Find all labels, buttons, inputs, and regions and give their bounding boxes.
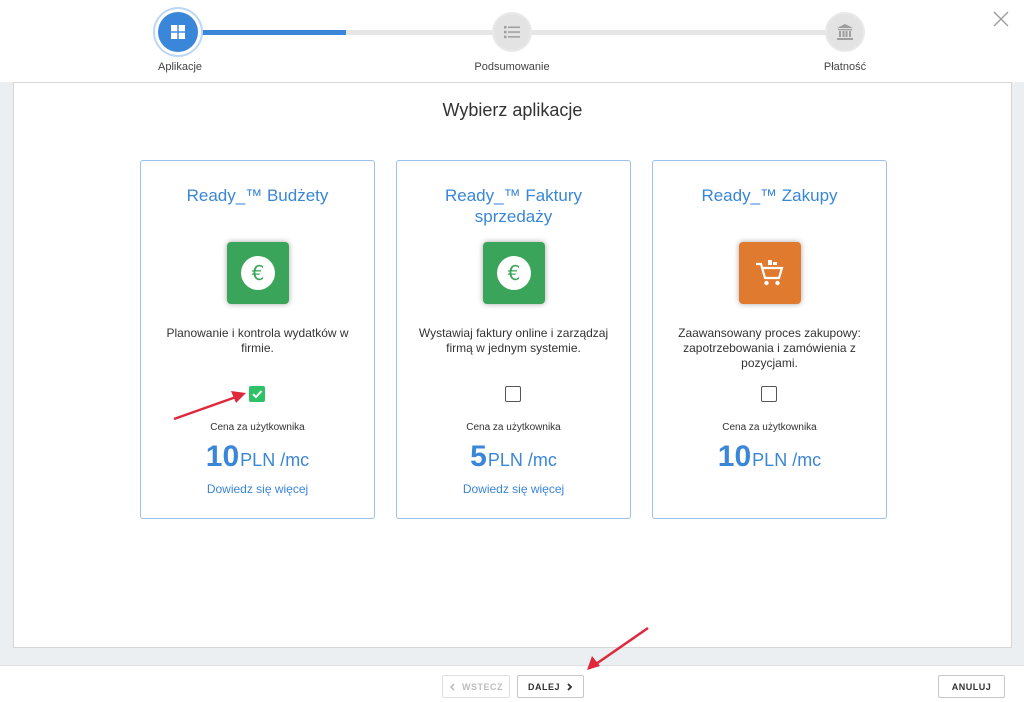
learn-more-link[interactable]: Dowiedz się więcej — [141, 482, 374, 496]
select-checkbox[interactable] — [761, 386, 777, 402]
back-button[interactable]: WSTECZ — [442, 675, 510, 698]
price: 10PLN /mc — [653, 440, 886, 474]
list-icon — [504, 26, 520, 39]
card-title: Ready_™ Zakupy — [701, 186, 838, 205]
chevron-right-icon — [567, 682, 573, 691]
checkmark-icon — [252, 390, 263, 399]
card-title: Ready_™ Faktury sprzedaży — [445, 186, 582, 226]
wizard-header: Aplikacje Podsumowanie Płatność — [0, 0, 1024, 82]
bank-icon — [837, 24, 853, 40]
step-summary[interactable] — [492, 12, 532, 52]
back-button-label: WSTECZ — [462, 681, 503, 692]
card-title: Ready_™ Budżety — [186, 186, 329, 205]
cancel-button[interactable]: ANULUJ — [938, 675, 1005, 698]
price-unit: PLN /mc — [752, 450, 822, 470]
learn-more-link[interactable]: Dowiedz się więcej — [397, 482, 630, 496]
chevron-left-icon — [449, 682, 455, 691]
app-card-budzety: Ready_™ Budżety € Planowanie i kontrola … — [140, 160, 375, 519]
app-icon: € — [227, 242, 289, 304]
windows-grid-icon — [171, 25, 185, 39]
card-description: Wystawiaj faktury online i zarządzaj fir… — [418, 326, 609, 355]
price-label: Cena za użytkownika — [722, 422, 817, 433]
price-value: 10 — [205, 440, 240, 473]
app-card-zakupy: Ready_™ Zakupy Zaawansowany proces zakup… — [652, 160, 887, 519]
svg-text:€: € — [508, 261, 521, 285]
next-button[interactable]: DALEJ — [517, 675, 584, 698]
step-label-applications: Aplikacje — [157, 61, 203, 73]
euro-icon: € — [497, 256, 531, 290]
price: 10PLN /mc — [141, 440, 374, 474]
svg-text:€: € — [252, 261, 265, 285]
step-label-payment: Płatność — [823, 61, 867, 73]
step-applications[interactable] — [158, 12, 198, 52]
select-checkbox[interactable] — [249, 386, 265, 402]
app-icon — [739, 242, 801, 304]
euro-icon: € — [241, 256, 275, 290]
wizard-footer: WSTECZ DALEJ ANULUJ — [0, 665, 1024, 702]
cancel-button-label: ANULUJ — [951, 681, 992, 692]
next-button-label: DALEJ — [527, 681, 560, 692]
step-label-summary: Podsumowanie — [474, 61, 550, 73]
close-icon[interactable] — [992, 10, 1010, 28]
price-label: Cena za użytkownika — [210, 422, 305, 433]
step-payment[interactable] — [825, 12, 865, 52]
price-value: 10 — [717, 440, 752, 473]
card-description: Zaawansowany proces zakupowy: zapotrzebo… — [678, 326, 861, 370]
price-label: Cena za użytkownika — [466, 422, 561, 433]
price-unit: PLN /mc — [240, 450, 310, 470]
app-card-faktury: Ready_™ Faktury sprzedaży € Wystawiaj fa… — [396, 160, 631, 519]
price: 5PLN /mc — [397, 440, 630, 474]
card-description: Planowanie i kontrola wydatków w firmie. — [166, 326, 349, 355]
app-icon: € — [483, 242, 545, 304]
app-selection-panel: Wybierz aplikacje Ready_™ Budżety € Plan… — [13, 82, 1012, 648]
progress-fill — [180, 30, 346, 35]
select-checkbox[interactable] — [505, 386, 521, 402]
price-value: 5 — [470, 440, 487, 473]
shopping-cart-icon — [756, 260, 784, 286]
price-unit: PLN /mc — [487, 450, 557, 470]
page-title: Wybierz aplikacje — [442, 100, 583, 120]
